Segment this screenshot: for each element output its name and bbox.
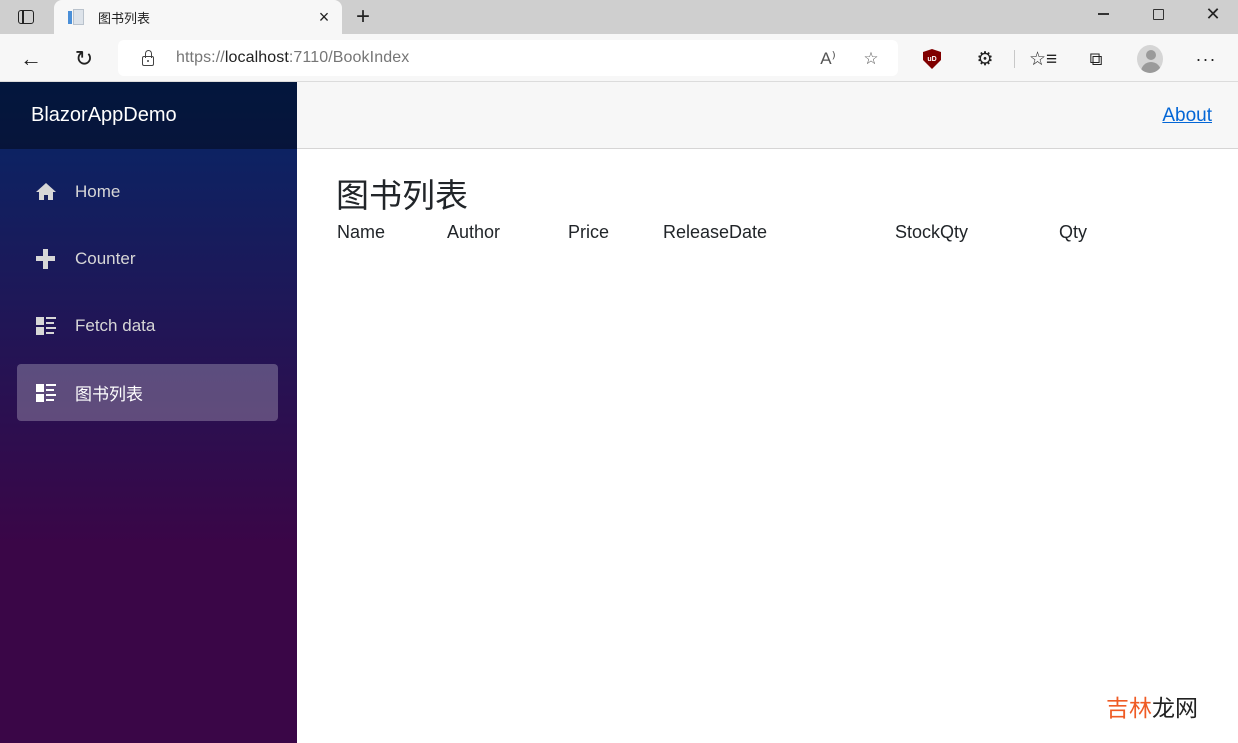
sidebar: BlazorAppDemo Home Counter Fetch data 图书… [0, 82, 297, 743]
window-close-button[interactable]: ✕ [1190, 0, 1236, 28]
page-favicon-icon [68, 9, 84, 25]
watermark-part2: 龙网 [1152, 695, 1198, 721]
column-header-stock-qty: StockQty [895, 221, 969, 242]
reload-button[interactable]: ↻ [69, 44, 99, 74]
sidebar-item-counter[interactable]: Counter [17, 230, 278, 287]
sidebar-item-label: Home [75, 181, 121, 201]
sidebar-item-book-list[interactable]: 图书列表 [17, 364, 278, 421]
sidebar-item-label: Fetch data [75, 315, 156, 335]
url-scheme: https:// [176, 49, 225, 66]
toolbar-divider [1014, 50, 1015, 68]
favorites-icon[interactable]: ☆≡ [1029, 46, 1057, 72]
back-button[interactable]: ← [16, 44, 46, 74]
collections-icon[interactable]: ⧉ [1083, 46, 1109, 72]
sidebar-item-home[interactable]: Home [17, 163, 278, 220]
sidebar-item-fetch-data[interactable]: Fetch data [17, 297, 278, 354]
lock-icon[interactable] [140, 50, 156, 66]
brand-bar: BlazorAppDemo [0, 82, 297, 149]
tab-actions-icon [18, 10, 34, 24]
profile-avatar[interactable] [1137, 45, 1163, 73]
list-rich-icon [35, 316, 57, 336]
avatar-icon [1137, 45, 1163, 73]
watermark-logo: 吉林龙网 [1106, 689, 1198, 723]
browser-window: 图书列表 × + ✕ ← ↻ https://localhost:7110/Bo… [0, 0, 1238, 743]
home-icon [35, 182, 57, 202]
more-menu-icon[interactable]: ··· [1193, 46, 1219, 72]
read-aloud-icon[interactable]: A⁾ [816, 47, 840, 71]
browser-toolbar: ← ↻ https://localhost:7110/BookIndex A⁾ … [0, 34, 1238, 82]
address-bar[interactable]: https://localhost:7110/BookIndex A⁾ ☆ [118, 40, 898, 76]
page-title: 图书列表 [336, 177, 468, 214]
watermark-part1: 吉林 [1106, 695, 1152, 721]
column-header-author: Author [447, 221, 501, 242]
web-page: BlazorAppDemo Home Counter Fetch data 图书… [0, 82, 1238, 743]
app-brand-link[interactable]: BlazorAppDemo [31, 104, 177, 127]
tab-title: 图书列表 [98, 10, 151, 26]
ublock-extension-button[interactable]: uD [919, 46, 945, 72]
column-header-price: Price [568, 221, 610, 242]
list-rich-icon [35, 383, 57, 403]
maximize-button[interactable] [1135, 0, 1181, 28]
column-header-release-date: ReleaseDate [663, 221, 768, 242]
tab-actions-button[interactable] [10, 6, 42, 28]
extensions-puzzle-icon[interactable]: ⚙ [972, 46, 998, 72]
nav-menu: Home Counter Fetch data 图书列表 [0, 149, 297, 421]
plus-icon [35, 248, 57, 269]
minimize-icon [1097, 13, 1109, 15]
url-path: :7110/BookIndex [288, 49, 410, 66]
sidebar-item-label: 图书列表 [75, 385, 143, 404]
maximize-icon [1152, 8, 1164, 20]
ublock-shield-icon: uD [923, 49, 941, 69]
minimize-button[interactable] [1080, 0, 1126, 28]
url-text[interactable]: https://localhost:7110/BookIndex [176, 49, 409, 67]
add-favorite-icon[interactable]: ☆ [859, 47, 883, 71]
tab-strip: 图书列表 × + ✕ [0, 0, 1238, 34]
book-table: Name Author Price ReleaseDate StockQty Q… [328, 220, 1130, 244]
main-content: 图书列表 Name Author Price ReleaseDate Stock… [297, 149, 1238, 743]
column-header-qty: Qty [1059, 221, 1088, 242]
about-link[interactable]: About [1162, 105, 1212, 127]
tab-close-button[interactable]: × [312, 5, 336, 29]
new-tab-button[interactable]: + [350, 3, 376, 30]
browser-tab[interactable]: 图书列表 × [54, 0, 342, 34]
table-header-row: Name Author Price ReleaseDate StockQty Q… [328, 220, 1130, 244]
url-host: localhost [224, 49, 289, 66]
column-header-name: Name [337, 221, 386, 242]
top-row: About [297, 82, 1238, 149]
sidebar-item-label: Counter [75, 248, 136, 268]
